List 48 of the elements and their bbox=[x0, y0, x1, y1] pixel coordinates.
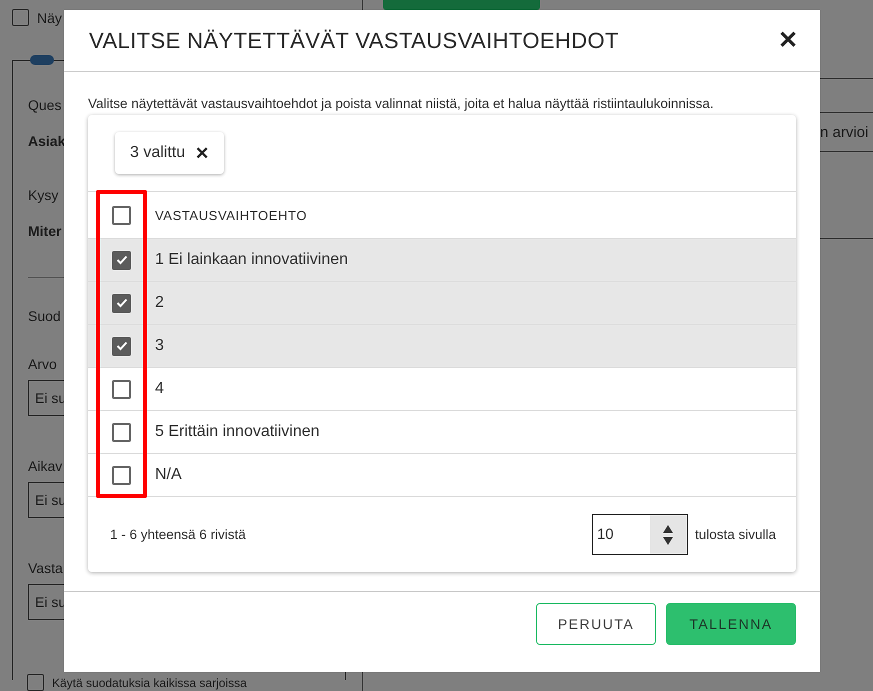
checkbox-label: Käytä suodatuksia kaikissa sarjoissa bbox=[52, 676, 247, 690]
checkbox[interactable] bbox=[27, 674, 44, 691]
table-row[interactable]: 5 Erittäin innovatiivinen bbox=[88, 411, 796, 454]
row-checkbox[interactable] bbox=[112, 422, 131, 442]
table-row[interactable]: 1 Ei lainkaan innovatiivinen bbox=[88, 239, 796, 282]
check-icon bbox=[116, 298, 128, 308]
close-button[interactable]: ✕ bbox=[778, 28, 798, 52]
row-count: 1 - 6 yhteensä 6 rivistä bbox=[110, 527, 246, 542]
row-checkbox[interactable] bbox=[112, 380, 131, 398]
check-icon bbox=[116, 255, 128, 265]
dialog-title: VALITSE NÄYTETTÄVÄT VASTAUSVAIHTOEHDOT bbox=[89, 28, 619, 54]
field-label: Aikav bbox=[28, 458, 62, 474]
row-text: n arvioi bbox=[820, 124, 868, 140]
column-header: VASTAUSVAIHTOEHTO bbox=[155, 208, 308, 222]
checkbox[interactable] bbox=[12, 9, 29, 26]
checkbox-label: Näy bbox=[37, 10, 62, 26]
table-cell: 3 bbox=[155, 337, 164, 355]
table-row[interactable]: 3 bbox=[88, 325, 796, 368]
table-cell: 2 bbox=[155, 294, 164, 312]
table-row[interactable]: 4 bbox=[88, 368, 796, 411]
page-size-label: tulosta sivulla bbox=[694, 527, 776, 542]
dialog-description: Valitse näytettävät vastausvaihtoehdot ja poista valinnat niistä, joita et halua näyttää ristiintaulukoinnissa. bbox=[88, 96, 715, 111]
chip-label: 3 valittu bbox=[130, 144, 186, 162]
table-cell: N/A bbox=[155, 466, 182, 484]
cancel-button[interactable]: PERUUTA bbox=[536, 603, 656, 645]
select-all-checkbox[interactable] bbox=[112, 206, 131, 224]
field-label: Suod bbox=[28, 308, 61, 324]
field-value: Asiak bbox=[28, 133, 66, 149]
row-checkbox[interactable] bbox=[112, 336, 131, 356]
stepper-icon[interactable] bbox=[663, 524, 674, 544]
table-cell: 1 Ei lainkaan innovatiivinen bbox=[155, 251, 348, 269]
save-button[interactable]: TALLENNA bbox=[666, 603, 796, 645]
field-label: Kysy bbox=[28, 187, 58, 203]
page-size-spinner[interactable]: 10 bbox=[592, 514, 688, 555]
field-label: Ques bbox=[28, 97, 62, 113]
check-icon bbox=[116, 341, 128, 351]
field-value: Miter bbox=[28, 223, 62, 239]
field-label: Vasta bbox=[28, 560, 63, 576]
field-label: Arvo bbox=[28, 356, 57, 372]
table-cell: 4 bbox=[155, 380, 164, 398]
toggle-switch[interactable] bbox=[30, 55, 54, 65]
table-row[interactable]: N/A bbox=[88, 454, 796, 497]
row-checkbox[interactable] bbox=[112, 294, 131, 312]
table-row[interactable]: 2 bbox=[88, 282, 796, 325]
table-cell: 5 Erittäin innovatiivinen bbox=[155, 423, 320, 441]
row-checkbox[interactable] bbox=[112, 250, 131, 270]
clear-button[interactable]: ✕ bbox=[195, 142, 210, 164]
row-checkbox[interactable] bbox=[112, 466, 131, 484]
